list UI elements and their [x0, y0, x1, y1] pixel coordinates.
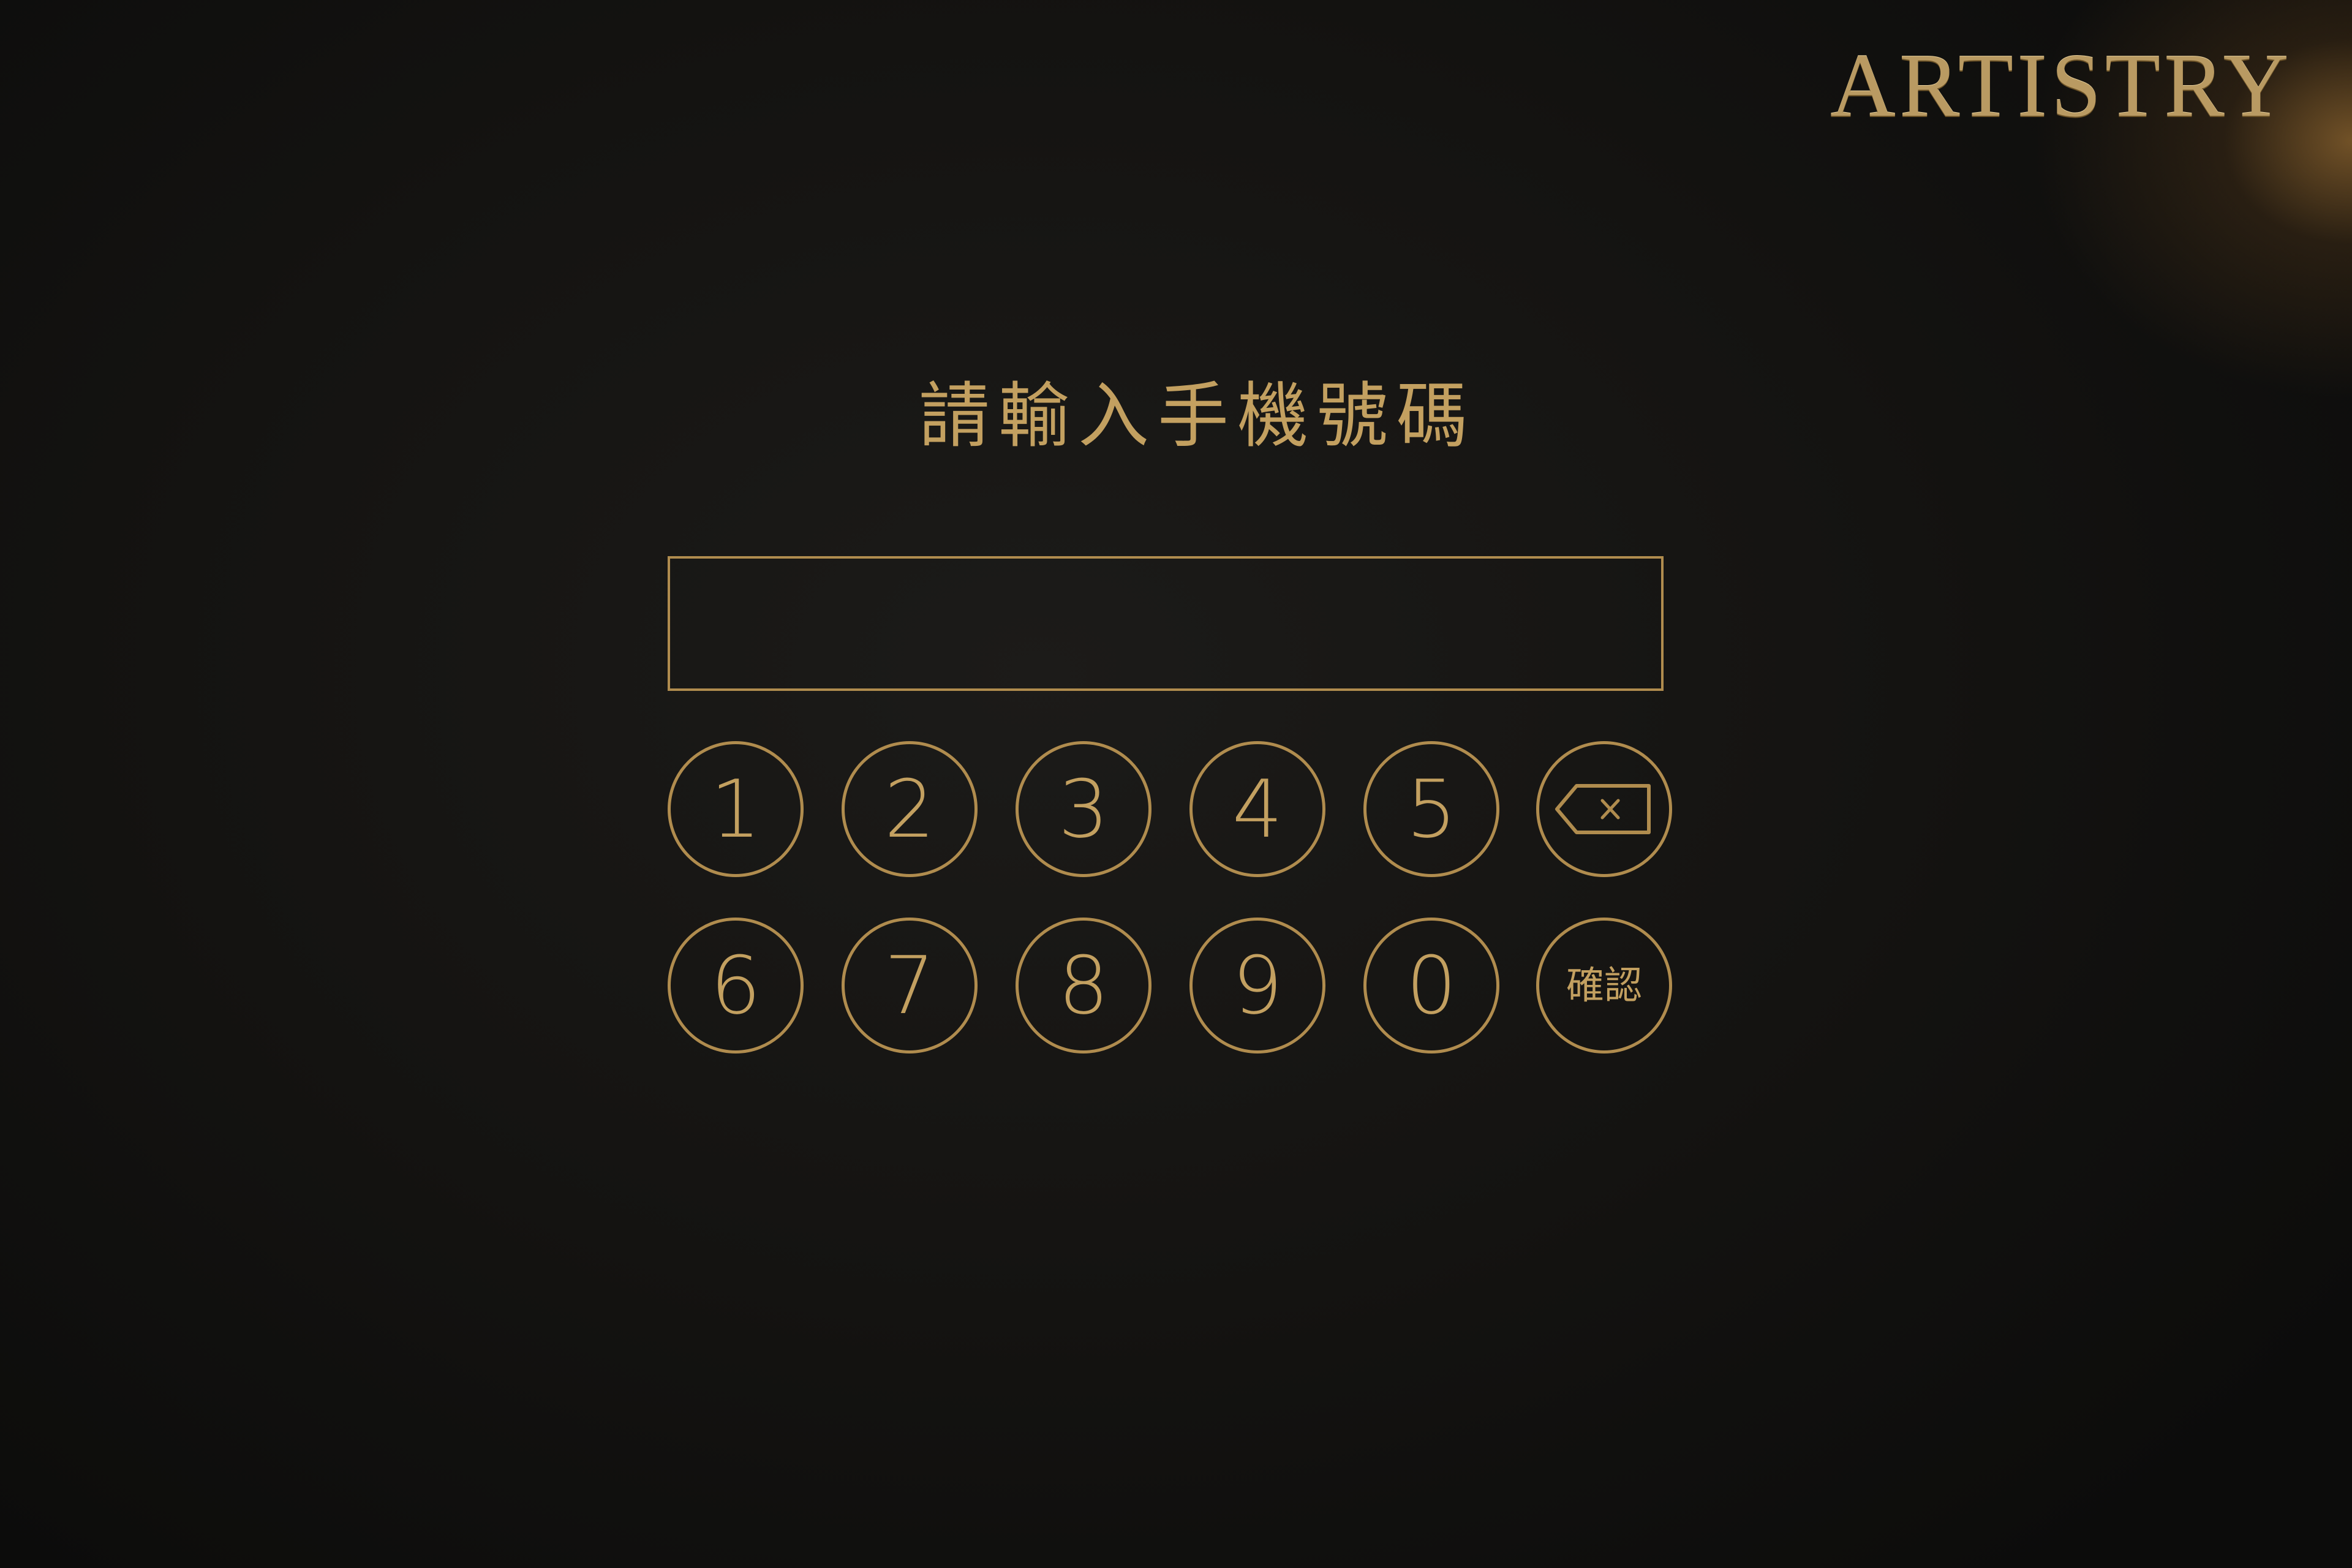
confirm-label: 確認: [1566, 963, 1642, 1008]
key-4[interactable]: 4: [1189, 741, 1325, 877]
backspace-button[interactable]: [1536, 741, 1672, 877]
phone-number-input[interactable]: [668, 556, 1664, 691]
key-label: 0: [1406, 939, 1457, 1032]
page-title: 請輸入手機號碼: [919, 375, 1476, 458]
key-label: 3: [1058, 763, 1109, 856]
key-8[interactable]: 8: [1016, 918, 1152, 1054]
key-label: 9: [1232, 939, 1283, 1032]
key-0[interactable]: 0: [1363, 918, 1499, 1054]
key-3[interactable]: 3: [1016, 741, 1152, 877]
phone-entry-screen: ARTISTRY 請輸入手機號碼 1 2 3 4 5 6 7 8 9 0 確認: [0, 0, 2352, 1568]
key-6[interactable]: 6: [668, 918, 804, 1054]
key-label: 1: [710, 763, 761, 856]
confirm-button[interactable]: 確認: [1536, 918, 1672, 1054]
key-label: 4: [1232, 763, 1283, 856]
backspace-icon: [1555, 784, 1651, 834]
key-1[interactable]: 1: [668, 741, 804, 877]
key-label: 7: [884, 939, 935, 1032]
key-2[interactable]: 2: [842, 741, 978, 877]
key-label: 8: [1058, 939, 1109, 1032]
artistry-logo: ARTISTRY: [1830, 36, 2293, 136]
key-label: 5: [1406, 763, 1457, 856]
numeric-keypad: 1 2 3 4 5 6 7 8 9 0 確認: [668, 741, 1672, 1060]
key-7[interactable]: 7: [842, 918, 978, 1054]
key-9[interactable]: 9: [1189, 918, 1325, 1054]
key-label: 2: [884, 763, 935, 856]
key-label: 6: [710, 939, 761, 1032]
key-5[interactable]: 5: [1363, 741, 1499, 877]
